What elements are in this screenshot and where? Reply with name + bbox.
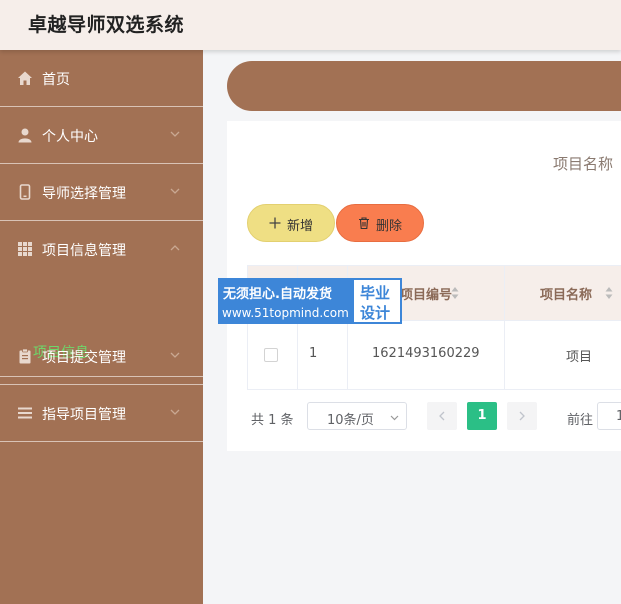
column-header-project-name[interactable]: 项目名称 — [540, 284, 592, 303]
clipboard-icon — [19, 348, 31, 364]
sidebar-item-guided-projects[interactable]: 指导项目管理 — [0, 385, 203, 442]
sidebar-item-home[interactable]: 首页 — [0, 50, 203, 107]
cell-project-no: 1621493160229 — [372, 346, 480, 361]
chevron-up-icon — [170, 245, 180, 251]
row-checkbox[interactable] — [264, 348, 278, 362]
goto-page-input[interactable]: 1 — [597, 402, 621, 430]
mobile-icon — [19, 184, 31, 200]
row-index: 1 — [309, 346, 318, 361]
chevron-down-icon — [390, 415, 399, 421]
plus-icon — [269, 217, 281, 229]
add-button[interactable]: 新增 — [247, 204, 335, 242]
app-title: 卓越导师双选系统 — [28, 14, 185, 36]
column-header-project-no[interactable]: 项目编号 — [400, 284, 452, 303]
sidebar-item-project-submission[interactable]: 项目提交管理 — [0, 328, 203, 385]
watermark-line2: www.51topmind.com — [222, 306, 349, 320]
user-icon — [18, 128, 32, 143]
grid-icon — [18, 242, 32, 256]
prev-page-button[interactable] — [427, 402, 457, 430]
sidebar-item-label: 导师选择管理 — [42, 186, 126, 202]
chevron-left-icon — [439, 411, 445, 421]
goto-label: 前往 — [567, 413, 594, 428]
watermark-left: 无须担心.自动发货 www.51topmind.com — [218, 278, 352, 324]
sidebar-item-label: 项目提交管理 — [42, 350, 126, 366]
sidebar-item-project-info[interactable]: 项目信息管理 — [0, 221, 203, 278]
sidebar-item-label: 个人中心 — [42, 129, 98, 145]
top-header: 卓越导师双选系统 — [0, 0, 621, 50]
page-number-active[interactable]: 1 — [467, 402, 497, 430]
total-count: 共 1 条 — [251, 413, 294, 428]
watermark-badge: 毕业 设计 — [352, 278, 402, 324]
chevron-down-icon — [170, 352, 180, 358]
sort-icon[interactable] — [451, 286, 459, 300]
home-icon — [18, 71, 32, 85]
sidebar-item-profile[interactable]: 个人中心 — [0, 107, 203, 164]
sidebar-item-label: 指导项目管理 — [42, 407, 126, 423]
pagination: 共 1 条 10条/页 1 前往 1 — [247, 401, 621, 433]
list-icon — [18, 407, 32, 419]
sidebar: 首页 个人中心 导师选择管理 项目信息管理 项目信息 项目提交管理 指导项目管理 — [0, 50, 203, 604]
next-page-button[interactable] — [507, 402, 537, 430]
chevron-right-icon — [519, 411, 525, 421]
main-content: 项目名称 新增 删除 项目编号 项目名称 1 1621493160229 项目 … — [203, 50, 621, 604]
sidebar-item-mentor-selection[interactable]: 导师选择管理 — [0, 164, 203, 221]
cell-project-name: 项目 — [566, 350, 593, 365]
chevron-down-icon — [170, 188, 180, 194]
trash-icon — [359, 217, 369, 230]
sort-icon[interactable] — [605, 286, 613, 300]
watermark-overlay: 无须担心.自动发货 www.51topmind.com 毕业 设计 — [218, 278, 402, 324]
column-divider — [504, 266, 505, 390]
chevron-down-icon — [170, 409, 180, 415]
page-size-select[interactable]: 10条/页 — [307, 402, 407, 430]
watermark-line1: 无须担心.自动发货 — [223, 287, 332, 302]
sidebar-item-label: 项目信息管理 — [42, 243, 126, 259]
breadcrumb-bar — [227, 61, 621, 111]
delete-button[interactable]: 删除 — [336, 204, 424, 242]
search-label-project-name: 项目名称 — [553, 155, 614, 173]
chevron-down-icon — [170, 131, 180, 137]
sidebar-item-label: 首页 — [42, 72, 70, 88]
